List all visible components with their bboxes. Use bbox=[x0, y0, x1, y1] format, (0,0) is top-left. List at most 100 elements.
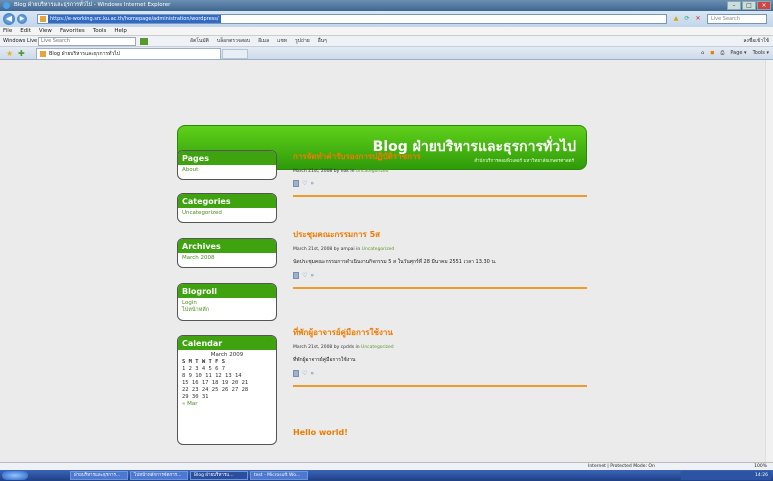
calendar-month: March 2009 bbox=[210, 352, 244, 358]
link-3[interactable]: อีเมล bbox=[258, 36, 269, 47]
add-favorite-icon[interactable]: ✚ bbox=[18, 49, 25, 58]
start-button[interactable] bbox=[2, 471, 28, 480]
post-meta-text: March 21st, 2008 by ampai in bbox=[293, 247, 362, 252]
maximize-button[interactable]: □ bbox=[742, 1, 756, 10]
post: Hello world! bbox=[293, 428, 587, 437]
calendar-prev-link[interactable]: « Mar bbox=[182, 401, 272, 408]
home-icon[interactable]: ⌂ bbox=[701, 49, 704, 58]
new-tab-button[interactable] bbox=[222, 49, 248, 59]
taskbar: ฝ่ายบริหารและธุรการ... ไปหน้าหลักการจัดก… bbox=[0, 470, 773, 481]
more-icon[interactable]: » bbox=[310, 272, 314, 279]
window-title-bar: Blog ฝ่ายบริหารและธุรการทั่วไป - Windows… bbox=[0, 0, 773, 11]
link-2[interactable]: บล็อกตรวจสอบ bbox=[217, 36, 250, 47]
page-icon bbox=[40, 16, 46, 22]
windows-live-label: Windows Live bbox=[3, 38, 38, 44]
more-icon[interactable]: » bbox=[310, 180, 314, 187]
calendar-row: 15 16 17 18 19 20 21 bbox=[182, 380, 249, 386]
link-5[interactable]: รูปถ่าย bbox=[295, 36, 310, 47]
address-url[interactable]: https://e-working.src.ku.ac.th/homepage/… bbox=[48, 15, 221, 23]
menu-favorites[interactable]: Favorites bbox=[60, 27, 85, 35]
window-title: Blog ฝ่ายบริหารและธุรการทั่วไป - Windows… bbox=[14, 2, 171, 8]
taskbar-button-active[interactable]: Blog ฝ่ายบริหารแ... bbox=[190, 471, 248, 480]
system-tray-clock[interactable]: 14:26 bbox=[681, 471, 771, 480]
calendar-row: 29 30 31 bbox=[182, 394, 209, 400]
comment-doc-icon[interactable] bbox=[293, 370, 299, 377]
print-icon[interactable]: ⎙ bbox=[720, 49, 724, 58]
status-bar: Internet | Protected Mode: On 100% bbox=[0, 462, 773, 470]
post-separator bbox=[293, 195, 587, 197]
vertical-scrollbar[interactable] bbox=[765, 60, 773, 462]
forward-icon[interactable]: ▶ bbox=[17, 14, 27, 24]
post: ประชุมคณะกรรมการ 5ส March 21st, 2008 by … bbox=[293, 228, 587, 289]
tools-menu[interactable]: Tools ▾ bbox=[753, 49, 769, 58]
back-icon[interactable]: ◀ bbox=[3, 13, 15, 25]
security-zone[interactable]: Internet | Protected Mode: On bbox=[588, 463, 655, 470]
post-category-link[interactable]: Uncategorized bbox=[356, 169, 389, 174]
comment-bubble-icon[interactable]: ♡ bbox=[302, 272, 307, 279]
post-title[interactable]: ที่พักผู้อาจารย์คู่มือการใช้งาน bbox=[293, 326, 587, 339]
comment-doc-icon[interactable] bbox=[293, 272, 299, 279]
menu-file[interactable]: File bbox=[3, 27, 12, 35]
taskbar-button[interactable]: ฝ่ายบริหารและธุรการ... bbox=[70, 471, 128, 480]
feeds-icon[interactable]: ◼ bbox=[710, 49, 714, 58]
taskbar-button[interactable]: test - Microsoft Wo... bbox=[250, 471, 308, 480]
tab-active[interactable]: Blog ฝ่ายบริหารและธุรการทั่วไป bbox=[36, 48, 221, 59]
calendar-row: 8 9 10 11 12 13 14 bbox=[182, 373, 242, 379]
post-separator bbox=[293, 287, 587, 289]
taskbar-button[interactable]: ไปหน้าหลักการจัดการ... bbox=[130, 471, 188, 480]
widget-title: Archives bbox=[178, 239, 276, 253]
post-category-link[interactable]: Uncategorized bbox=[362, 247, 395, 252]
post-meta: March 21st, 2008 by nok in Uncategorized bbox=[293, 169, 587, 174]
lock-icon[interactable]: ▲ bbox=[672, 15, 680, 23]
address-toolbar: ◀ ▶ https://e-working.src.ku.ac.th/homep… bbox=[0, 11, 773, 27]
post-title[interactable]: Hello world! bbox=[293, 428, 587, 437]
category-link[interactable]: Uncategorized bbox=[182, 210, 222, 216]
stop-icon[interactable]: ✕ bbox=[694, 15, 702, 23]
widget-title: Categories bbox=[178, 194, 276, 208]
widget-title: Pages bbox=[178, 151, 276, 165]
widget-pages: Pages About bbox=[177, 150, 277, 180]
comment-doc-icon[interactable] bbox=[293, 180, 299, 187]
widget-calendar: Calendar March 2009 S M T W T F S 1 2 3 … bbox=[177, 335, 277, 445]
zoom-level[interactable]: 100% bbox=[754, 463, 767, 470]
links-search-input[interactable]: Live Search bbox=[38, 37, 136, 46]
live-search-input[interactable]: Live Search bbox=[707, 14, 767, 24]
tab-title: Blog ฝ่ายบริหารและธุรการทั่วไป bbox=[49, 51, 120, 57]
page-menu[interactable]: Page ▾ bbox=[730, 49, 746, 58]
menu-tools[interactable]: Tools bbox=[93, 27, 107, 35]
archive-link[interactable]: March 2008 bbox=[182, 255, 215, 261]
post-title[interactable]: การจัดทำคำรับรองการปฏิบัติราชการ bbox=[293, 150, 587, 163]
page-link-about[interactable]: About bbox=[182, 167, 198, 173]
address-field[interactable]: https://e-working.src.ku.ac.th/homepage/… bbox=[37, 14, 667, 24]
post-category-link[interactable]: Uncategorized bbox=[361, 345, 394, 350]
calendar-row: 1 2 3 4 5 6 7 bbox=[182, 366, 226, 372]
calendar-weekdays: S M T W T F S bbox=[182, 359, 226, 365]
sign-in-link[interactable]: ลงชื่อเข้าใช้ bbox=[743, 36, 769, 47]
menu-bar: File Edit View Favorites Tools Help bbox=[0, 27, 773, 36]
more-icon[interactable]: » bbox=[310, 370, 314, 377]
calendar-row: 22 23 24 25 26 27 28 bbox=[182, 387, 249, 393]
post-title[interactable]: ประชุมคณะกรรมการ 5ส bbox=[293, 228, 587, 241]
blogroll-link-login[interactable]: Login bbox=[182, 300, 272, 307]
favorites-star-icon[interactable]: ★ bbox=[6, 49, 13, 58]
post-body: ที่พักผู้อาจารย์คู่มือการใช้งาน bbox=[293, 357, 356, 363]
menu-help[interactable]: Help bbox=[114, 27, 127, 35]
search-go-button[interactable] bbox=[140, 38, 148, 45]
refresh-icon[interactable]: ⟳ bbox=[683, 15, 691, 23]
post-meta: March 21st, 2008 by cpdds in Uncategoriz… bbox=[293, 345, 587, 350]
close-button[interactable]: × bbox=[757, 1, 771, 10]
post-separator bbox=[293, 385, 587, 387]
comment-bubble-icon[interactable]: ♡ bbox=[302, 370, 307, 377]
menu-edit[interactable]: Edit bbox=[20, 27, 31, 35]
minimize-button[interactable]: – bbox=[727, 1, 741, 10]
link-1[interactable]: อัตโนมัติ bbox=[190, 36, 209, 47]
tab-page-icon bbox=[40, 51, 46, 57]
link-6[interactable]: อื่นๆ bbox=[318, 36, 327, 47]
widget-title: Calendar bbox=[178, 336, 276, 350]
link-4[interactable]: แชท bbox=[277, 36, 287, 47]
ie-icon bbox=[3, 2, 10, 9]
menu-view[interactable]: View bbox=[39, 27, 52, 35]
blogroll-link-home[interactable]: ไปหน้าหลัก bbox=[182, 307, 272, 314]
post-body: นัดประชุมคณะกรรมการดำเนินงานกิจกรรม 5 ส … bbox=[293, 259, 497, 265]
comment-bubble-icon[interactable]: ♡ bbox=[302, 180, 307, 187]
